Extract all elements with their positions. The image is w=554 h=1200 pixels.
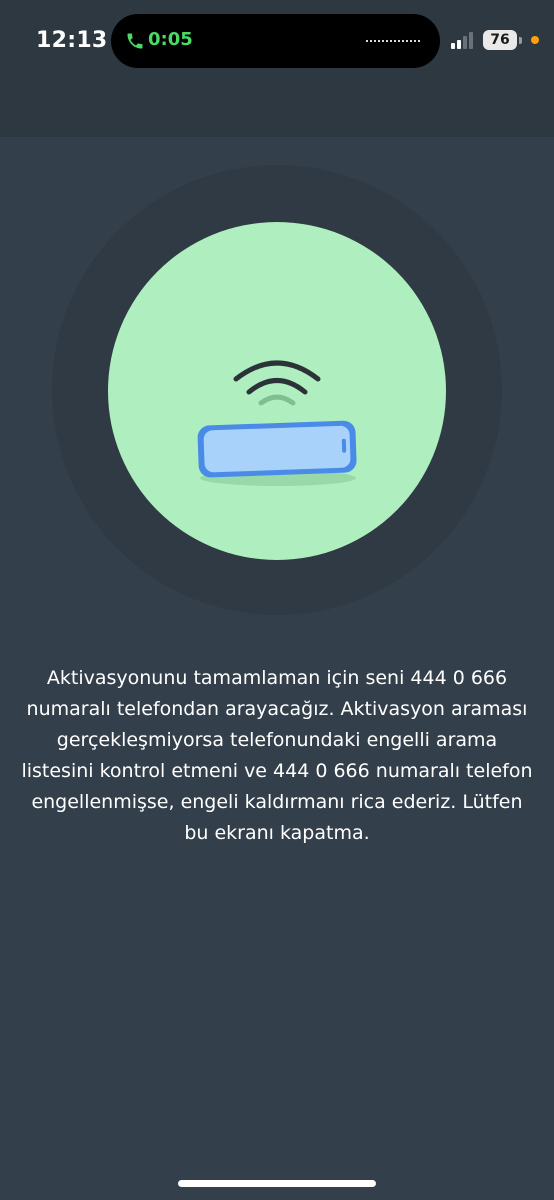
call-timer: 0:05 bbox=[148, 29, 193, 50]
microphone-indicator-dot bbox=[531, 36, 539, 44]
audio-waveform-icon bbox=[366, 40, 420, 42]
activation-info-text: Aktivasyonunu tamamlaman için seni 444 0… bbox=[21, 667, 533, 844]
cellular-signal-icon bbox=[451, 32, 473, 49]
phone-call-icon bbox=[127, 33, 143, 49]
dynamic-island-call[interactable]: 0:05 bbox=[111, 14, 440, 68]
battery-cap bbox=[519, 37, 522, 44]
status-bar: 12:13 0:05 76 bbox=[0, 0, 554, 84]
home-indicator[interactable] bbox=[178, 1180, 376, 1187]
battery-icon: 76 bbox=[483, 30, 517, 50]
status-time: 12:13 bbox=[36, 28, 108, 53]
battery-level: 76 bbox=[490, 32, 510, 48]
phone-receiving-signal-icon bbox=[197, 360, 357, 486]
